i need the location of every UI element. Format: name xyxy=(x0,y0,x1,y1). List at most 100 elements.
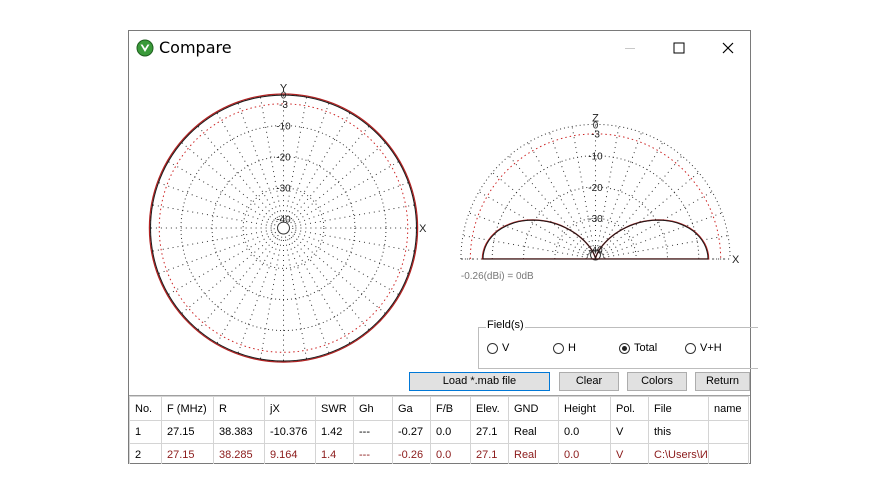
table-cell[interactable]: 1.42 xyxy=(315,420,354,444)
table-cell[interactable]: --- xyxy=(353,420,393,444)
axis-label-x: X xyxy=(732,254,740,266)
radio-total-label: Total xyxy=(634,342,658,354)
table-cell[interactable]: 27.1 xyxy=(470,443,509,464)
column-header[interactable]: Gh xyxy=(353,396,393,421)
table-cell[interactable]: 9.164 xyxy=(264,443,316,464)
table-cell[interactable]: Real xyxy=(508,420,559,444)
column-header[interactable]: jX xyxy=(264,396,316,421)
ring-label: -20 xyxy=(276,153,291,164)
grid-spoke xyxy=(295,229,416,252)
grid-spoke xyxy=(197,125,277,220)
table-cell[interactable]: 27.1 xyxy=(470,420,509,444)
grid-spoke xyxy=(549,132,594,252)
grid-spoke xyxy=(157,231,273,275)
ring-label: -10 xyxy=(276,122,291,133)
table-body: 1 27.15 38.383 -10.376 1.42 --- -0.27 0.0 27.1 Re… xyxy=(129,420,749,464)
ring-label: -3 xyxy=(591,130,600,141)
table-cell[interactable]: 0.0 xyxy=(430,443,471,464)
radio-v-indicator[interactable] xyxy=(487,342,498,354)
table-cell[interactable]: C:\Users\И xyxy=(648,443,709,464)
ring-label: -40 xyxy=(588,246,603,257)
table-row[interactable]: 2 27.15 38.285 9.164 1.4 --- -0.26 0.0 27.1 Real 0… xyxy=(129,443,749,464)
grid-spoke xyxy=(293,160,400,223)
column-header[interactable]: Pol. xyxy=(610,396,649,421)
grid-spoke xyxy=(197,236,277,331)
grid-spoke xyxy=(602,191,713,256)
table-cell[interactable]: Real xyxy=(508,443,559,464)
column-header[interactable]: name xyxy=(708,396,749,421)
column-header[interactable]: Elev. xyxy=(470,396,509,421)
fields-group: Field(s) V H Total V+H xyxy=(478,319,758,369)
radio-v-plus-h[interactable]: V+H xyxy=(685,342,722,354)
radio-h-indicator[interactable] xyxy=(553,342,564,354)
grid-spoke xyxy=(293,233,400,296)
grid-spoke xyxy=(603,235,729,259)
ring-label: -10 xyxy=(588,152,603,163)
radio-h[interactable]: H xyxy=(553,342,576,354)
elevation-plot: 0-3-10-20-30-40ZX-0.26(dBi) = 0dB xyxy=(460,112,740,282)
axis-label-x: X xyxy=(419,223,427,235)
grid-spoke xyxy=(216,238,278,344)
grid-spoke xyxy=(492,172,590,255)
minimize-icon[interactable] xyxy=(607,36,653,60)
column-header[interactable]: R xyxy=(213,396,265,421)
table-cell[interactable]: 38.285 xyxy=(213,443,265,464)
title-bar[interactable]: Compare xyxy=(129,31,750,65)
maximize-icon[interactable] xyxy=(656,36,702,60)
load-mab-button[interactable]: Load *.mab file xyxy=(409,372,550,391)
grid-spoke xyxy=(151,229,272,252)
radio-total[interactable]: Total xyxy=(619,342,657,354)
table-cell[interactable]: --- xyxy=(353,443,393,464)
table-cell[interactable] xyxy=(708,443,749,464)
close-icon[interactable] xyxy=(705,36,751,60)
column-header[interactable]: Ga xyxy=(392,396,431,421)
table-cell[interactable]: 0.0 xyxy=(430,420,471,444)
table-cell[interactable]: 27.15 xyxy=(161,443,214,464)
app-logo-icon xyxy=(136,39,154,57)
table-cell[interactable]: 0.0 xyxy=(558,420,611,444)
radio-v[interactable]: V xyxy=(487,342,509,354)
table-cell[interactable]: 0.0 xyxy=(558,443,611,464)
table-cell[interactable]: V xyxy=(610,443,649,464)
column-header[interactable]: F (MHz) xyxy=(161,396,214,421)
table-cell[interactable] xyxy=(708,420,749,444)
grid-spoke xyxy=(478,191,589,256)
table-cell[interactable]: -10.376 xyxy=(264,420,316,444)
return-button[interactable]: Return xyxy=(695,372,750,391)
grid-spoke xyxy=(600,155,683,254)
radio-v-plus-h-indicator[interactable] xyxy=(685,342,696,354)
ring-label: -30 xyxy=(588,214,603,225)
column-header[interactable]: F/B xyxy=(430,396,471,421)
column-header[interactable]: File xyxy=(648,396,709,421)
radio-total-indicator[interactable] xyxy=(619,342,630,354)
table-cell[interactable]: 1 xyxy=(129,420,162,444)
table-cell[interactable]: -0.26 xyxy=(392,443,431,464)
grid-spoke xyxy=(290,125,370,220)
table-header-row: No. F (MHz) RjX SWR Gh Ga F/B Elev. GND Height Pol… xyxy=(129,396,749,421)
compare-window: Compare 0 -3 -10 -20 -30 -40 Y X 0 -3 -10 -20 -30 -4… xyxy=(128,30,758,464)
table-cell[interactable]: 2 xyxy=(129,443,162,464)
pattern-series-1 xyxy=(150,94,417,362)
table-cell[interactable]: 1.4 xyxy=(315,443,354,464)
grid-spoke xyxy=(294,231,410,275)
grid-spoke xyxy=(292,141,387,221)
colors-button[interactable]: Colors xyxy=(627,372,687,391)
table-cell[interactable]: 27.15 xyxy=(161,420,214,444)
grid-spoke xyxy=(285,239,308,360)
grid-ring xyxy=(149,93,418,363)
results-table: No. F (MHz) RjX SWR Gh Ga F/B Elev. GND Height Pol… xyxy=(129,395,750,464)
table-cell[interactable]: 38.383 xyxy=(213,420,265,444)
grid-spoke xyxy=(287,102,330,217)
column-header[interactable]: SWR xyxy=(315,396,354,421)
column-header[interactable]: Height xyxy=(558,396,611,421)
clear-button[interactable]: Clear xyxy=(559,372,619,391)
table-cell[interactable]: V xyxy=(610,420,649,444)
axis-label-z: Z xyxy=(592,112,599,124)
table-cell[interactable]: this xyxy=(648,420,709,444)
grid-spoke xyxy=(601,172,699,255)
column-header[interactable]: GND xyxy=(508,396,559,421)
table-cell[interactable]: -0.27 xyxy=(392,420,431,444)
grid-spoke xyxy=(216,112,278,218)
table-row[interactable]: 1 27.15 38.383 -10.376 1.42 --- -0.27 0.0 27.1 Re… xyxy=(129,420,749,444)
column-header[interactable]: No. xyxy=(129,396,162,421)
